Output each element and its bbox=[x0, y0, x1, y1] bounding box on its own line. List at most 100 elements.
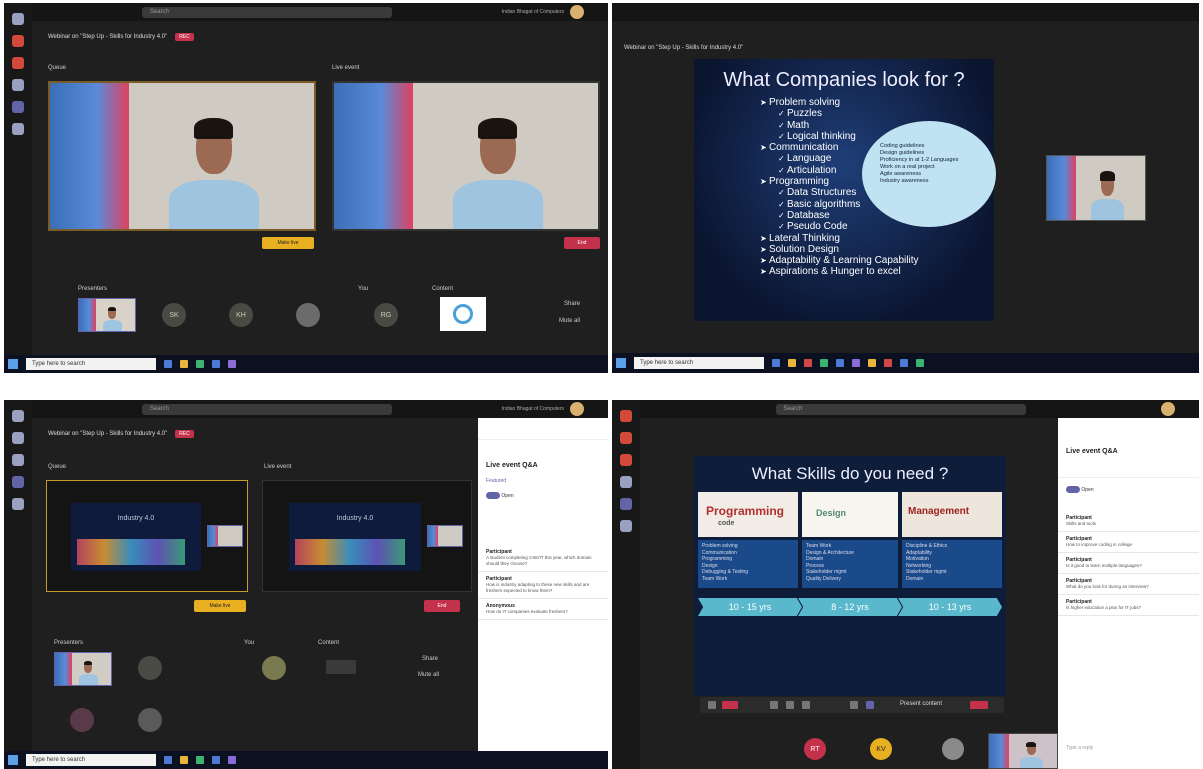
live-stream[interactable]: Industry 4.0 bbox=[262, 480, 472, 592]
taskbar-search[interactable]: Type here to search bbox=[26, 754, 156, 766]
question-card[interactable]: Participant How to improve coding in col… bbox=[1058, 532, 1199, 553]
explorer-icon[interactable] bbox=[788, 359, 796, 367]
files-icon[interactable] bbox=[620, 520, 632, 532]
make-live-button[interactable]: Make live bbox=[262, 237, 314, 249]
participant-avatar[interactable] bbox=[70, 708, 94, 732]
activity-icon[interactable] bbox=[12, 410, 24, 422]
app-icon[interactable] bbox=[900, 359, 908, 367]
question-card[interactable]: Participant Is it good to learn multiple… bbox=[1058, 553, 1199, 574]
app-icon[interactable] bbox=[820, 359, 828, 367]
participant-avatar[interactable] bbox=[262, 656, 286, 680]
participant-avatar[interactable] bbox=[296, 303, 320, 327]
question-card[interactable]: Participant Is higher education a plus f… bbox=[1058, 595, 1199, 616]
leave-icon[interactable] bbox=[722, 701, 738, 709]
end-call-icon[interactable] bbox=[970, 701, 988, 709]
app-icon[interactable] bbox=[196, 360, 204, 368]
app-icon[interactable] bbox=[884, 359, 892, 367]
presenter-pip[interactable] bbox=[1046, 155, 1146, 221]
question-card[interactable]: Participant What do you look for during … bbox=[1058, 574, 1199, 595]
share-icon[interactable] bbox=[786, 701, 794, 709]
search-input[interactable]: Search bbox=[141, 403, 392, 415]
participant-avatar[interactable] bbox=[138, 656, 162, 680]
open-toggle[interactable] bbox=[486, 492, 500, 499]
teams-taskbar-icon[interactable] bbox=[228, 360, 236, 368]
windows-start-icon[interactable] bbox=[8, 359, 18, 369]
files-icon[interactable] bbox=[12, 123, 24, 135]
live-video[interactable] bbox=[332, 81, 600, 231]
activity-icon[interactable] bbox=[620, 410, 632, 422]
participants-icon[interactable] bbox=[866, 701, 874, 709]
taskview-icon[interactable] bbox=[164, 360, 172, 368]
browser-icon[interactable] bbox=[212, 756, 220, 764]
queue-video[interactable] bbox=[48, 81, 316, 231]
queue-stream[interactable]: Industry 4.0 bbox=[46, 480, 248, 592]
question-card[interactable]: Anonymous How do IT companies evaluate f… bbox=[478, 599, 608, 620]
participant-avatar[interactable]: KH bbox=[229, 303, 253, 327]
question-card[interactable]: Participant Skills and tools bbox=[1058, 511, 1199, 532]
windows-start-icon[interactable] bbox=[616, 358, 626, 368]
question-card[interactable]: Participant A student completing CSE/IT … bbox=[478, 545, 608, 572]
app-icon[interactable] bbox=[804, 359, 812, 367]
search-input[interactable]: Search bbox=[775, 403, 1026, 415]
teams-icon[interactable] bbox=[620, 454, 632, 466]
question-card[interactable]: Participant How is industry adapting to … bbox=[478, 572, 608, 599]
avatar[interactable] bbox=[569, 5, 584, 19]
camera-icon[interactable] bbox=[708, 701, 716, 709]
explorer-icon[interactable] bbox=[180, 360, 188, 368]
presenter-thumbnail[interactable] bbox=[78, 298, 136, 332]
participant-avatar[interactable]: SK bbox=[162, 303, 186, 327]
reply-input[interactable]: Type a reply bbox=[1066, 745, 1093, 751]
calendar-icon[interactable] bbox=[12, 79, 24, 91]
avatar[interactable] bbox=[1161, 402, 1175, 416]
mic-icon[interactable] bbox=[770, 701, 778, 709]
browser-icon[interactable] bbox=[836, 359, 844, 367]
app-icon[interactable] bbox=[868, 359, 876, 367]
files-icon[interactable] bbox=[12, 498, 24, 510]
calls-icon[interactable] bbox=[12, 101, 24, 113]
app-icon[interactable] bbox=[196, 756, 204, 764]
calls-icon[interactable] bbox=[12, 476, 24, 488]
teams-icon[interactable] bbox=[12, 454, 24, 466]
participant-avatar[interactable] bbox=[138, 708, 162, 732]
avatar[interactable] bbox=[569, 402, 584, 416]
teams-taskbar-icon[interactable] bbox=[852, 359, 860, 367]
share-label[interactable]: Share bbox=[564, 301, 580, 307]
content-thumbnail[interactable] bbox=[326, 660, 356, 674]
taskbar-search[interactable]: Type here to search bbox=[634, 357, 764, 369]
taskbar-search[interactable]: Type here to search bbox=[26, 358, 156, 370]
content-thumbnail[interactable] bbox=[440, 297, 486, 331]
teams-icon[interactable] bbox=[12, 57, 24, 69]
chat-icon[interactable] bbox=[620, 432, 632, 444]
chat-icon[interactable] bbox=[12, 35, 24, 47]
make-live-button[interactable]: Make live bbox=[194, 600, 246, 612]
attendee-avatar[interactable]: RT bbox=[804, 738, 826, 760]
end-button[interactable]: End bbox=[424, 600, 460, 612]
explorer-icon[interactable] bbox=[180, 756, 188, 764]
taskview-icon[interactable] bbox=[772, 359, 780, 367]
end-button[interactable]: End bbox=[564, 237, 600, 249]
chat-icon[interactable] bbox=[12, 432, 24, 444]
self-video[interactable] bbox=[988, 733, 1058, 769]
taskview-icon[interactable] bbox=[164, 756, 172, 764]
presenter-thumbnail[interactable] bbox=[54, 652, 112, 686]
qa-tabs[interactable] bbox=[1058, 464, 1199, 478]
chat-icon[interactable] bbox=[850, 701, 858, 709]
calls-icon[interactable] bbox=[620, 498, 632, 510]
calendar-icon[interactable] bbox=[620, 476, 632, 488]
search-input[interactable]: Search bbox=[141, 6, 392, 18]
browser-icon[interactable] bbox=[212, 360, 220, 368]
share-label[interactable]: Share bbox=[422, 656, 438, 662]
mute-all-label[interactable]: Mute all bbox=[418, 672, 439, 678]
app-icon[interactable] bbox=[916, 359, 924, 367]
mute-all-label[interactable]: Mute all bbox=[559, 318, 580, 324]
participant-avatar[interactable]: RG bbox=[374, 303, 398, 327]
activity-icon[interactable] bbox=[12, 13, 24, 25]
more-icon[interactable] bbox=[802, 701, 810, 709]
tab-featured[interactable]: Featured bbox=[478, 476, 608, 486]
attendee-avatar[interactable]: KV bbox=[870, 738, 892, 760]
attendee-avatar[interactable] bbox=[942, 738, 964, 760]
windows-start-icon[interactable] bbox=[8, 755, 18, 765]
open-toggle[interactable] bbox=[1066, 486, 1080, 493]
teams-taskbar-icon[interactable] bbox=[228, 756, 236, 764]
present-content-label[interactable]: Present content bbox=[900, 701, 942, 707]
